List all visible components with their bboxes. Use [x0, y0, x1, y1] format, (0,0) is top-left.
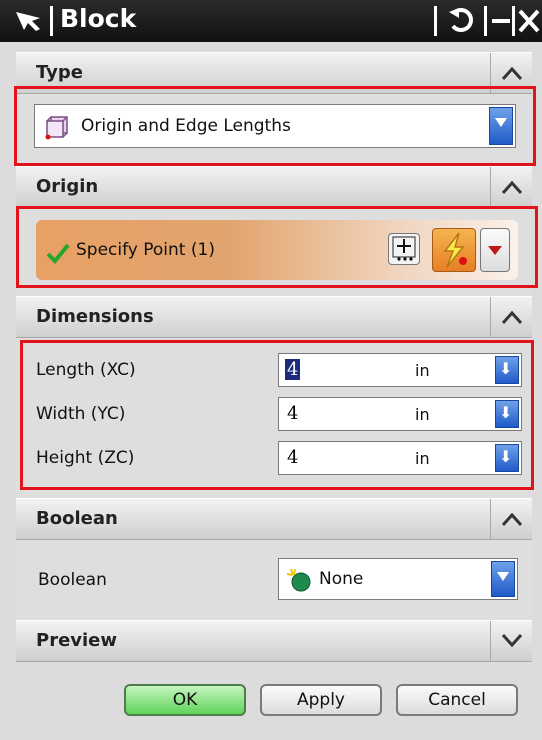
- expand-icon[interactable]: [490, 621, 532, 661]
- preview-section-header[interactable]: Preview: [16, 620, 532, 662]
- boolean-section-header[interactable]: Boolean: [16, 498, 532, 540]
- apply-button[interactable]: Apply: [260, 684, 382, 716]
- dimensions-section-header[interactable]: Dimensions: [16, 296, 532, 338]
- collapse-icon[interactable]: [490, 297, 532, 337]
- boolean-none-icon: [286, 568, 311, 592]
- preview-section-title: Preview: [36, 630, 118, 651]
- close-icon[interactable]: [518, 9, 540, 33]
- title-separator: [484, 6, 487, 36]
- chevron-down-icon[interactable]: [489, 107, 513, 145]
- title-separator: [50, 6, 53, 36]
- reset-icon[interactable]: [447, 6, 477, 36]
- select-arrow-icon: [16, 12, 40, 31]
- dimensions-section-title: Dimensions: [36, 306, 154, 327]
- type-dropdown[interactable]: Origin and Edge Lengths: [34, 104, 516, 148]
- boolean-dropdown[interactable]: None: [278, 558, 518, 600]
- block-cube-icon: [45, 116, 68, 140]
- minimize-icon[interactable]: [491, 8, 511, 34]
- collapse-icon[interactable]: [490, 167, 532, 207]
- window-title: Block: [60, 4, 137, 33]
- ok-button[interactable]: OK: [124, 684, 246, 716]
- title-separator: [512, 6, 515, 36]
- chevron-down-icon[interactable]: [491, 561, 515, 597]
- boolean-label: Boolean: [38, 570, 107, 590]
- boolean-section-title: Boolean: [36, 508, 118, 529]
- title-separator: [434, 6, 437, 36]
- highlight-box: [16, 206, 538, 288]
- type-section-title: Type: [36, 62, 83, 83]
- origin-section-header[interactable]: Origin: [16, 166, 532, 208]
- window-titlebar: Block: [0, 0, 542, 42]
- collapse-icon[interactable]: [490, 499, 532, 539]
- highlight-box: [20, 340, 534, 490]
- cancel-button[interactable]: Cancel: [396, 684, 518, 716]
- boolean-dropdown-value: None: [319, 569, 364, 589]
- origin-section-title: Origin: [36, 176, 99, 197]
- type-dropdown-value: Origin and Edge Lengths: [81, 116, 291, 136]
